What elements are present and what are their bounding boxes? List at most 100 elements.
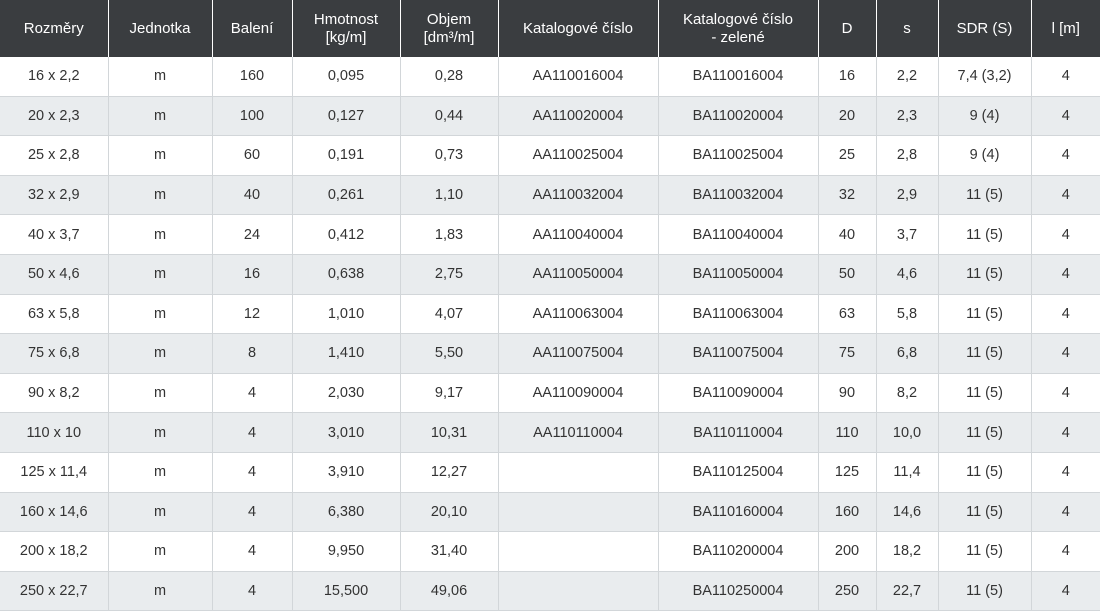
cell-jednotka: m	[108, 214, 213, 255]
cell-s: 3,7	[876, 214, 939, 255]
cell-objem: 1,83	[400, 214, 499, 255]
cell-objem: 0,73	[400, 135, 499, 176]
header-label: l [m]	[1051, 19, 1080, 37]
cell-rozmery: 32 x 2,9	[0, 175, 109, 216]
cell-hmotnost: 15,500	[292, 571, 401, 612]
cell-objem: 1,10	[400, 175, 499, 216]
cell-s: 11,4	[876, 452, 939, 493]
cell-sdr: 9 (4)	[938, 135, 1032, 176]
cell-l: 4	[1031, 254, 1100, 295]
cell-jednotka: m	[108, 96, 213, 137]
cell-katalogove-cislo: AA110025004	[498, 135, 659, 176]
cell-rozmery: 16 x 2,2	[0, 57, 109, 97]
cell-katalogove-cislo	[498, 571, 659, 612]
header-col-objem: Objem [dm³/m]	[400, 0, 499, 57]
cell-hmotnost: 1,010	[292, 294, 401, 335]
table-row: 50 x 4,6 m 16 0,638 2,75 AA110050004 BA1100500…	[0, 254, 1100, 295]
cell-sdr: 11 (5)	[938, 373, 1032, 414]
cell-l: 4	[1031, 531, 1100, 572]
cell-rozmery: 25 x 2,8	[0, 135, 109, 176]
cell-baleni: 160	[212, 57, 293, 97]
cell-l: 4	[1031, 492, 1100, 533]
cell-s: 2,3	[876, 96, 939, 137]
cell-sdr: 11 (5)	[938, 531, 1032, 572]
table-row: 32 x 2,9 m 40 0,261 1,10 AA110032004 BA1100320…	[0, 175, 1100, 216]
cell-rozmery: 125 x 11,4	[0, 452, 109, 493]
cell-katalogove-cislo-zelene: BA110032004	[658, 175, 819, 216]
cell-katalogove-cislo-zelene: BA110025004	[658, 135, 819, 176]
cell-hmotnost: 1,410	[292, 333, 401, 374]
cell-katalogove-cislo-zelene: BA110075004	[658, 333, 819, 374]
cell-hmotnost: 0,191	[292, 135, 401, 176]
cell-jednotka: m	[108, 57, 213, 97]
cell-l: 4	[1031, 333, 1100, 374]
header-col-d: D	[818, 0, 877, 57]
cell-katalogove-cislo-zelene: BA110050004	[658, 254, 819, 295]
cell-l: 4	[1031, 214, 1100, 255]
cell-rozmery: 250 x 22,7	[0, 571, 109, 612]
cell-baleni: 100	[212, 96, 293, 137]
table-row: 63 x 5,8 m 12 1,010 4,07 AA110063004 BA1100630…	[0, 294, 1100, 335]
cell-objem: 10,31	[400, 412, 499, 453]
cell-jednotka: m	[108, 452, 213, 493]
cell-sdr: 11 (5)	[938, 254, 1032, 295]
table-row: 200 x 18,2 m 4 9,950 31,40 BA110200004 200 18,2…	[0, 531, 1100, 572]
cell-rozmery: 75 x 6,8	[0, 333, 109, 374]
cell-baleni: 12	[212, 294, 293, 335]
cell-l: 4	[1031, 135, 1100, 176]
table-row: 25 x 2,8 m 60 0,191 0,73 AA110025004 BA1100250…	[0, 135, 1100, 176]
header-col-sdr: SDR (S)	[938, 0, 1032, 57]
header-label: [kg/m]	[325, 28, 367, 46]
cell-katalogove-cislo-zelene: BA110200004	[658, 531, 819, 572]
cell-rozmery: 50 x 4,6	[0, 254, 109, 295]
cell-katalogove-cislo: AA110032004	[498, 175, 659, 216]
cell-katalogove-cislo: AA110050004	[498, 254, 659, 295]
cell-rozmery: 200 x 18,2	[0, 531, 109, 572]
cell-objem: 49,06	[400, 571, 499, 612]
cell-l: 4	[1031, 175, 1100, 216]
cell-katalogove-cislo-zelene: BA110250004	[658, 571, 819, 612]
cell-sdr: 7,4 (3,2)	[938, 57, 1032, 97]
cell-l: 4	[1031, 96, 1100, 137]
header-label: - zelené	[711, 28, 765, 46]
cell-katalogove-cislo-zelene: BA110020004	[658, 96, 819, 137]
cell-katalogove-cislo: AA110110004	[498, 412, 659, 453]
header-col-l: l [m]	[1031, 0, 1100, 57]
header-label: SDR (S)	[956, 19, 1013, 37]
cell-rozmery: 63 x 5,8	[0, 294, 109, 335]
cell-baleni: 4	[212, 412, 293, 453]
cell-hmotnost: 0,127	[292, 96, 401, 137]
cell-s: 2,2	[876, 57, 939, 97]
cell-hmotnost: 0,638	[292, 254, 401, 295]
cell-rozmery: 110 x 10	[0, 412, 109, 453]
cell-katalogove-cislo-zelene: BA110125004	[658, 452, 819, 493]
header-label: Rozměry	[23, 19, 84, 37]
cell-s: 14,6	[876, 492, 939, 533]
cell-baleni: 4	[212, 492, 293, 533]
cell-d: 250	[818, 571, 877, 612]
cell-jednotka: m	[108, 412, 213, 453]
cell-s: 2,8	[876, 135, 939, 176]
cell-jednotka: m	[108, 531, 213, 572]
cell-jednotka: m	[108, 254, 213, 295]
cell-katalogove-cislo-zelene: BA110040004	[658, 214, 819, 255]
cell-l: 4	[1031, 412, 1100, 453]
cell-baleni: 4	[212, 452, 293, 493]
cell-sdr: 11 (5)	[938, 175, 1032, 216]
cell-objem: 0,28	[400, 57, 499, 97]
table-row: 110 x 10 m 4 3,010 10,31 AA110110004 BA1101100…	[0, 412, 1100, 453]
header-col-katalogove-cislo: Katalogové číslo	[498, 0, 659, 57]
table-row: 20 x 2,3 m 100 0,127 0,44 AA110020004 BA110020…	[0, 96, 1100, 137]
cell-sdr: 11 (5)	[938, 333, 1032, 374]
cell-hmotnost: 3,010	[292, 412, 401, 453]
cell-hmotnost: 3,910	[292, 452, 401, 493]
cell-katalogove-cislo: AA110090004	[498, 373, 659, 414]
cell-jednotka: m	[108, 492, 213, 533]
cell-l: 4	[1031, 452, 1100, 493]
cell-katalogove-cislo-zelene: BA110110004	[658, 412, 819, 453]
cell-katalogove-cislo-zelene: BA110090004	[658, 373, 819, 414]
cell-baleni: 60	[212, 135, 293, 176]
cell-d: 160	[818, 492, 877, 533]
cell-sdr: 11 (5)	[938, 294, 1032, 335]
header-label: Jednotka	[129, 19, 191, 37]
